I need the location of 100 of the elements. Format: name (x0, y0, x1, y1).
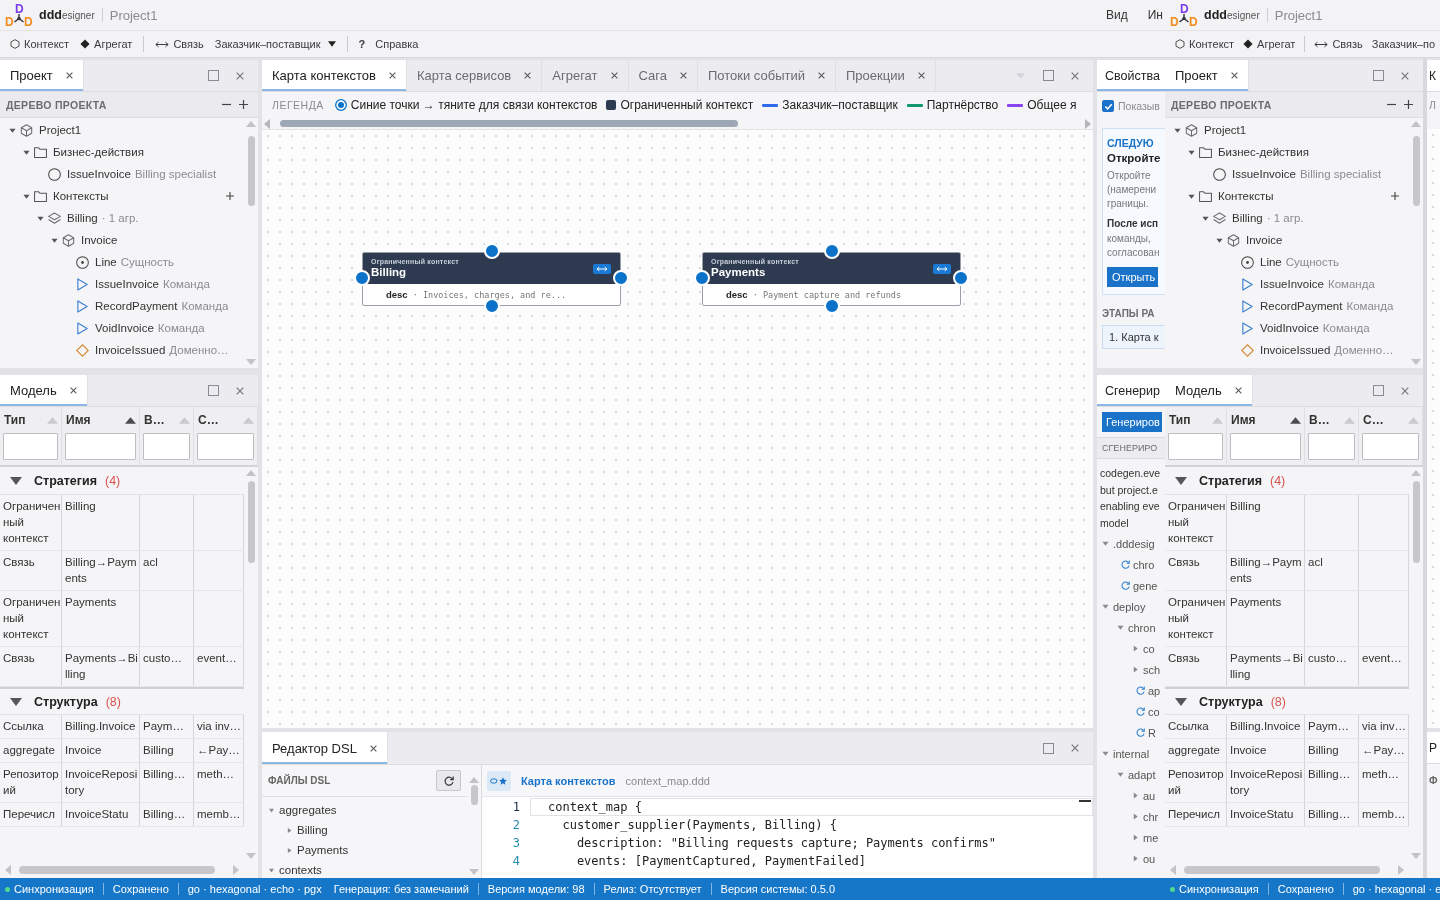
tree-item[interactable]: IssueInvoice Billing specialist (67, 168, 217, 180)
tree-item[interactable]: IssueInvoice Команда (1260, 278, 1375, 290)
scroll-up-icon[interactable] (246, 121, 256, 127)
scroll-down-icon[interactable] (1411, 853, 1421, 859)
tree-item[interactable]: R (1148, 726, 1156, 739)
panel-tab[interactable]: Р (1427, 732, 1440, 763)
file-tree-item[interactable]: Payments (297, 844, 349, 856)
caret-down-icon[interactable] (36, 214, 44, 222)
caret-down-icon[interactable] (1215, 236, 1223, 244)
tree-item[interactable]: ap (1148, 684, 1161, 697)
close-icon[interactable] (1230, 72, 1238, 79)
tree-item[interactable]: .dddesig (1113, 537, 1155, 550)
view-toggle-button[interactable] (487, 770, 511, 791)
maximize-icon[interactable] (1043, 70, 1054, 81)
connection-handle[interactable] (694, 270, 710, 286)
tree-item[interactable]: internal (1113, 747, 1150, 760)
scrollbar-thumb[interactable] (1412, 136, 1420, 206)
caret-down-icon[interactable] (1187, 192, 1195, 200)
caret-down-icon[interactable] (10, 697, 22, 706)
scrollbar-thumb[interactable] (247, 136, 255, 206)
tool-button[interactable]: Связь (1314, 38, 1363, 50)
connection-handle[interactable] (613, 270, 629, 286)
tree-item[interactable]: Invoice (1246, 234, 1283, 246)
plus-icon[interactable] (1404, 100, 1413, 109)
tree-item[interactable]: InvoiceIssued Доменно… (95, 344, 229, 356)
filter-field[interactable] (197, 433, 254, 460)
tree-item[interactable]: deploy (1113, 600, 1146, 613)
scroll-down-icon[interactable] (469, 869, 479, 875)
panel-tab[interactable]: Проект (0, 60, 84, 91)
tool-button[interactable]: Агрегат (1243, 38, 1296, 50)
tree-item[interactable]: IssueInvoice Команда (95, 278, 210, 290)
tree-item[interactable]: chron (1128, 621, 1156, 634)
maximize-icon[interactable] (1043, 742, 1054, 754)
tool-button[interactable]: Агрегат (80, 38, 133, 50)
connection-handle[interactable] (483, 243, 500, 259)
scrollbar-thumb[interactable] (19, 866, 215, 874)
caret-right-icon[interactable] (287, 847, 292, 853)
scrollbar-thumb[interactable] (1412, 481, 1420, 563)
tree-item[interactable]: Invoice (81, 234, 118, 246)
caret-down-icon[interactable] (1117, 624, 1124, 631)
panel-tab[interactable]: Проект (1165, 60, 1249, 91)
maximize-icon[interactable] (208, 70, 219, 81)
scroll-up-icon[interactable] (1411, 470, 1421, 476)
scroll-right-icon[interactable] (1085, 118, 1091, 129)
connection-handle[interactable] (483, 298, 500, 314)
panel-tab[interactable]: Свойства (1097, 60, 1165, 91)
scroll-left-icon[interactable] (264, 118, 270, 129)
caret-right-icon[interactable] (1132, 645, 1139, 652)
scroll-down-icon[interactable] (1411, 359, 1421, 365)
close-icon[interactable] (610, 72, 618, 79)
double-arrow-icon[interactable] (593, 263, 611, 274)
tool-button[interactable]: ? Справка (358, 38, 419, 50)
tree-item[interactable]: au (1143, 789, 1156, 802)
scroll-up-icon[interactable] (469, 777, 479, 783)
caret-down-icon[interactable] (269, 867, 274, 873)
caret-right-icon[interactable] (1132, 792, 1139, 799)
tree-item[interactable]: sch (1143, 663, 1161, 676)
tree-item[interactable]: Project1 (1204, 124, 1247, 136)
close-icon[interactable] (1401, 71, 1409, 80)
scrollbar-thumb[interactable] (1184, 866, 1380, 874)
close-icon[interactable] (388, 72, 396, 79)
caret-down-icon[interactable] (1102, 603, 1109, 610)
editor-tab[interactable]: Потоки событий (697, 60, 836, 91)
close-icon[interactable] (65, 72, 73, 79)
tree-item[interactable]: VoidInvoice Команда (95, 322, 205, 334)
close-icon[interactable] (236, 71, 244, 80)
tree-item[interactable]: ou (1143, 852, 1156, 865)
tree-item[interactable]: Billing · 1 агр. (1232, 212, 1304, 224)
caret-right-icon[interactable] (1132, 666, 1139, 673)
caret-down-icon[interactable] (269, 807, 274, 813)
generate-button[interactable]: Генериров (1102, 412, 1162, 432)
open-button[interactable]: Открыть (1107, 267, 1159, 287)
maximize-icon[interactable] (1373, 70, 1384, 81)
close-icon[interactable] (524, 72, 532, 79)
tree-item[interactable]: VoidInvoice Команда (1260, 322, 1370, 334)
maximize-icon[interactable] (1373, 385, 1384, 396)
tree-item[interactable]: InvoiceIssued Доменно… (1260, 344, 1394, 356)
scroll-down-icon[interactable] (246, 853, 256, 859)
scrollbar-thumb[interactable] (280, 120, 738, 127)
tool-button[interactable]: Контекст (1175, 38, 1235, 50)
caret-down-icon[interactable] (22, 148, 30, 156)
column-header[interactable]: Тип (3, 410, 58, 430)
column-header[interactable]: С… (1362, 410, 1419, 430)
tool-button[interactable]: Заказчик–поставщик (214, 38, 336, 50)
tree-item[interactable]: co (1148, 705, 1160, 718)
caret-down-icon[interactable] (1117, 771, 1124, 778)
close-icon[interactable] (1071, 71, 1079, 80)
plus-icon[interactable] (226, 192, 234, 200)
tree-item[interactable]: co (1143, 642, 1155, 655)
filter-field[interactable] (65, 433, 136, 460)
column-header[interactable]: Имя (1230, 410, 1301, 430)
tool-button[interactable]: Связь (155, 38, 204, 50)
caret-right-icon[interactable] (1132, 855, 1139, 862)
file-tree-item[interactable]: aggregates (279, 804, 337, 816)
double-arrow-icon[interactable] (933, 263, 951, 274)
filter-field[interactable] (1362, 433, 1419, 460)
column-header[interactable]: Тип (1168, 410, 1223, 430)
caret-down-icon[interactable] (22, 192, 30, 200)
step-item[interactable]: 1. Карта к (1102, 325, 1165, 349)
close-icon[interactable] (917, 72, 925, 79)
